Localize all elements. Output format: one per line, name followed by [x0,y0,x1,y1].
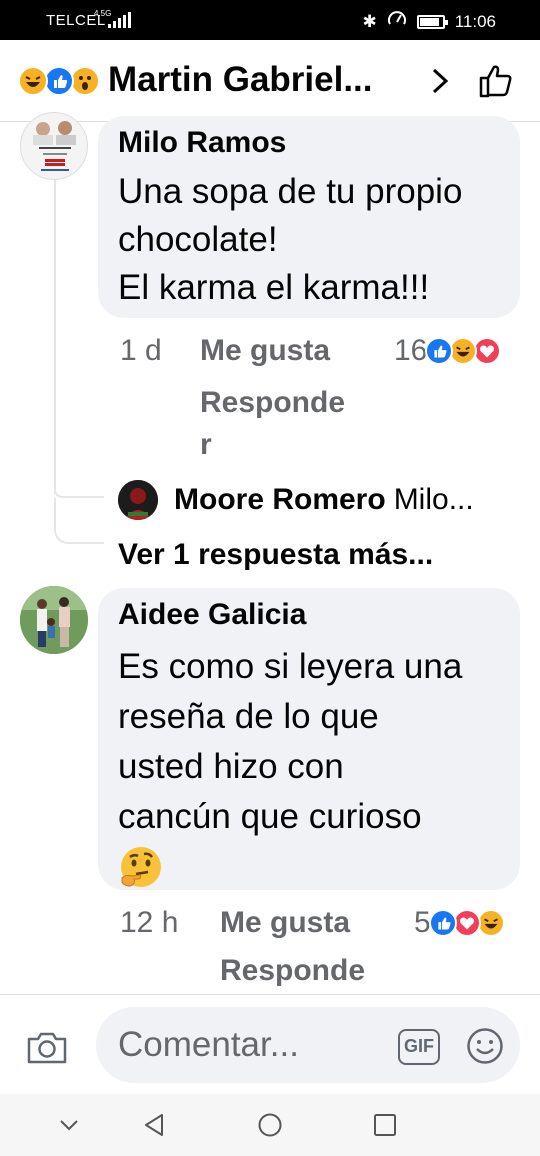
comment-reactions[interactable]: 16 [394,334,502,368]
comment-text: Es como si leyera una reseña de lo que u… [118,642,508,892]
view-more-replies-link[interactable]: Ver 1 respuesta más... [118,538,433,572]
comment-text-line: El karma el karma!!! [118,268,430,307]
comment-time[interactable]: 1 d [120,334,162,368]
bluetooth-icon: ✱ [362,11,377,31]
comment-input[interactable]: Comentar... GIF [96,1007,520,1083]
recents-icon[interactable] [372,1112,398,1138]
thread-connector [54,176,56,494]
thinking-face-icon [118,842,508,892]
post-author-title[interactable]: Martin Gabriel... [108,60,398,100]
reply-label-line: Responde [200,386,346,419]
love-icon [473,337,502,365]
wow-icon [70,66,100,96]
comment-composer: Comentar... GIF [0,994,540,1090]
comment-text-line: Es como si leyera una [118,647,463,686]
like-icon [428,909,457,937]
like-comment-button[interactable]: Me gusta [200,334,330,368]
comment-text-line: usted hizo con [118,747,344,786]
laugh-icon [476,909,505,937]
post-header: Martin Gabriel... [0,40,540,122]
comment-author[interactable]: Aidee Galicia [118,598,306,632]
thread-connector-branch-2 [54,498,104,544]
like-icon [44,66,74,96]
comment-text-line: chocolate! [118,220,278,259]
like-icon [425,337,454,365]
reply-label-line: r [200,428,212,461]
chevron-right-icon[interactable] [422,64,456,98]
love-icon [452,909,481,937]
chevron-down-icon[interactable] [56,1112,82,1138]
comment-bubble[interactable]: Milo Ramos Una sopa de tu propio chocola… [98,116,520,318]
reply-comment-button[interactable]: Responde [220,954,365,988]
laugh-icon [449,337,478,365]
like-button-icon[interactable] [476,60,516,100]
reply-comment-button[interactable]: Responde r [200,382,345,466]
signal-icon [108,12,131,28]
emoji-icon[interactable] [466,1027,504,1065]
reply-text: Milo... [393,483,474,516]
data-speed-icon [387,10,407,33]
avatar[interactable] [118,480,158,520]
header-reactions[interactable] [18,66,100,96]
comment-text-line: Una sopa de tu propio [118,172,463,211]
thread-connector-branch [54,490,104,498]
avatar[interactable] [20,112,88,180]
comment-text-line: cancún que curioso [118,797,422,836]
comment-text-line: reseña de lo que [118,697,379,736]
comment-author[interactable]: Milo Ramos [118,126,286,160]
gif-button[interactable]: GIF [398,1029,440,1065]
back-icon[interactable] [142,1112,168,1138]
android-navigation-bar [0,1094,540,1156]
status-bar: TELCEL 4.5G ✱ 11:06 [0,0,540,40]
reply-author[interactable]: Moore Romero [174,483,386,517]
avatar[interactable] [20,586,88,654]
comment-time[interactable]: 12 h [120,906,178,940]
comment-bubble[interactable]: Aidee Galicia Es como si leyera una rese… [98,588,520,890]
like-comment-button[interactable]: Me gusta [220,906,350,940]
home-icon[interactable] [257,1112,283,1138]
laugh-icon [18,66,48,96]
comment-text: Una sopa de tu propio chocolate! El karm… [118,168,508,312]
clock: 11:06 [454,11,496,31]
reaction-count: 16 [394,334,428,367]
reply-preview[interactable]: Moore Romero Milo... [118,480,474,520]
comment-input-placeholder: Comentar... [118,1025,299,1064]
battery-icon [416,14,448,29]
comment-reactions[interactable]: 5 [414,906,505,940]
camera-icon[interactable] [26,1029,68,1065]
